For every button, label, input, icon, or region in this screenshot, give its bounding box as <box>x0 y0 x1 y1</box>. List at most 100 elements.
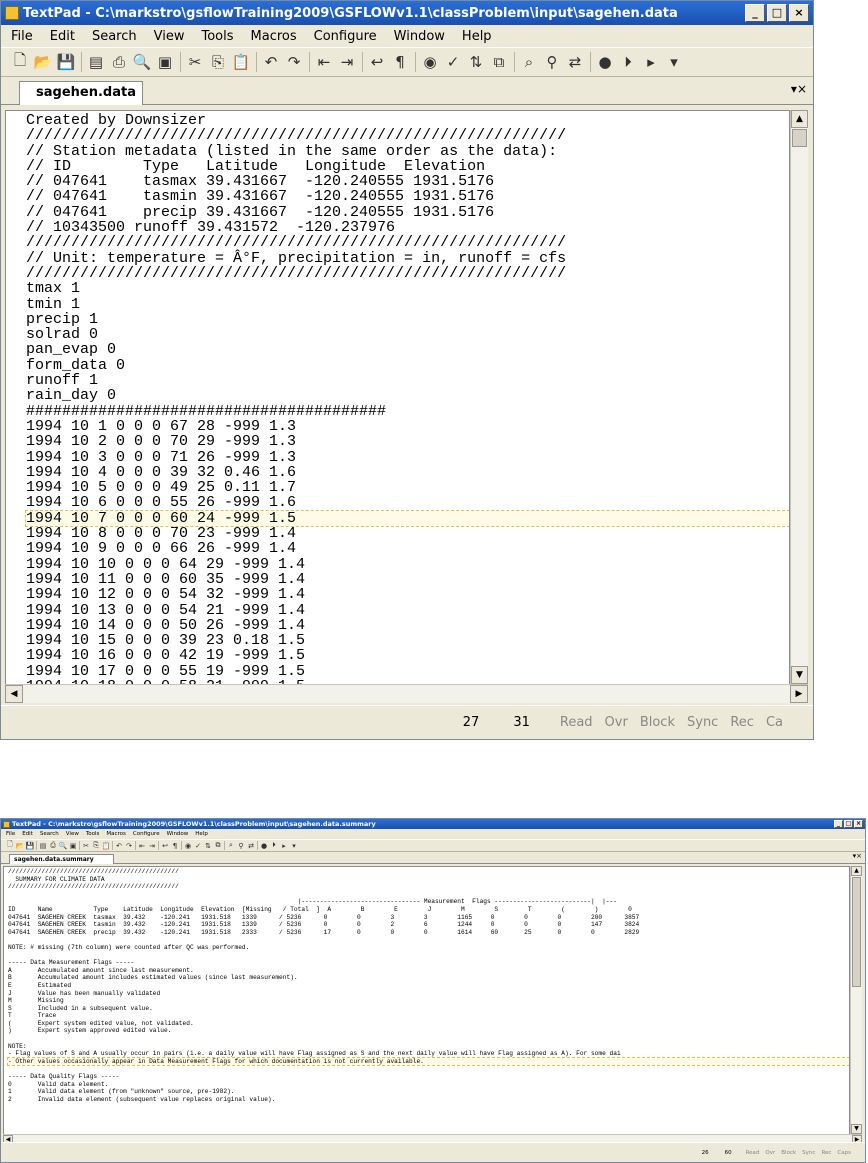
word-wrap-icon[interactable]: ↩ <box>160 842 170 850</box>
text-line[interactable]: A Accumulated amount since last measurem… <box>8 967 194 974</box>
menu-help[interactable]: Help <box>462 29 492 44</box>
text-line[interactable]: 047641 SAGEHEN CREEK precip 39.432 -120.… <box>8 929 639 936</box>
menu-window[interactable]: Window <box>167 831 189 837</box>
text-line[interactable]: - Flag values of S and A usually occur i… <box>8 1050 621 1057</box>
record-macro-icon[interactable]: ● <box>259 842 269 850</box>
cut-icon[interactable]: ✂ <box>184 53 206 71</box>
indent-icon[interactable]: ⇥ <box>336 53 358 71</box>
text-editor[interactable]: ////////////////////////////////////////… <box>3 866 850 1141</box>
toolbar-overflow-icon[interactable]: ▾ <box>289 842 299 850</box>
text-line[interactable]: 1994 10 6 0 0 0 55 26 -999 1.6 <box>26 494 296 511</box>
text-line[interactable]: 1 Valid data element (from "unknown" sou… <box>8 1088 235 1095</box>
close-button[interactable]: × <box>854 820 863 828</box>
text-line[interactable]: ////////////////////////////////////////… <box>8 883 179 890</box>
text-line[interactable]: ----- Data Measurement Flags ----- <box>8 959 134 966</box>
compare-icon[interactable]: ⧉ <box>488 53 510 71</box>
scroll-left-icon[interactable]: ◀ <box>5 685 23 703</box>
menu-edit[interactable]: Edit <box>22 831 33 837</box>
indent-icon[interactable]: ⇥ <box>147 842 157 850</box>
text-line[interactable]: S Included in a subsequent value. <box>8 1005 153 1012</box>
text-line[interactable]: ( Expert system edited value, not valida… <box>8 1020 194 1027</box>
copy-icon[interactable]: ⎘ <box>207 53 229 71</box>
save-all-icon[interactable]: ▤ <box>85 53 107 71</box>
text-line[interactable]: 047641 SAGEHEN CREEK tasmin 39.432 -120.… <box>8 921 639 928</box>
undo-icon[interactable]: ↶ <box>260 53 282 71</box>
redo-icon[interactable]: ↷ <box>124 842 134 850</box>
text-line[interactable]: E Estimated <box>8 982 71 989</box>
find-in-files-icon[interactable]: ⚲ <box>236 842 246 850</box>
title-bar[interactable]: TextPad - C:\markstro\gsflowTraining2009… <box>1 1 813 25</box>
print-preview-icon[interactable]: 🔍 <box>58 842 68 850</box>
title-bar[interactable]: TextPad - C:\markstro\gsflowTraining2009… <box>1 819 865 829</box>
print-icon[interactable]: ⎙ <box>48 841 58 850</box>
text-line[interactable]: ////////////////////////////////////////… <box>26 265 566 282</box>
text-line[interactable]: SUMMARY FOR CLIMATE DATA <box>8 876 104 883</box>
word-wrap-icon[interactable]: ↩ <box>366 53 388 71</box>
menu-view[interactable]: View <box>154 29 185 44</box>
menu-edit[interactable]: Edit <box>50 29 75 44</box>
replace-icon[interactable]: ⇄ <box>246 842 256 850</box>
editor-content[interactable]: Created by Downsizer ///////////////////… <box>6 111 789 702</box>
text-line[interactable]: 047641 SAGEHEN CREEK tasmax 39.432 -120.… <box>8 914 639 921</box>
menu-file[interactable]: File <box>11 29 33 44</box>
menu-window[interactable]: Window <box>394 29 445 44</box>
redo-icon[interactable]: ↷ <box>283 53 305 71</box>
document-tab[interactable]: sagehen.data.summary <box>9 854 114 864</box>
tab-close-icon[interactable]: ▾× <box>791 82 807 96</box>
save-icon[interactable]: 💾 <box>25 842 35 850</box>
scroll-thumb[interactable] <box>792 129 807 147</box>
sort-icon[interactable]: ⇅ <box>203 842 213 850</box>
view-icon[interactable]: ▣ <box>154 53 176 71</box>
menu-search[interactable]: Search <box>92 29 137 44</box>
text-line[interactable]: M Missing <box>8 997 64 1004</box>
text-line[interactable]: NOTE: # missing (7th column) were counte… <box>8 944 249 951</box>
cut-icon[interactable]: ✂ <box>81 842 91 850</box>
tab-close-icon[interactable]: ▾× <box>853 852 862 860</box>
menu-macros[interactable]: Macros <box>106 831 126 837</box>
print-preview-icon[interactable]: 🔍 <box>131 53 153 71</box>
record-macro-icon[interactable]: ● <box>594 53 616 71</box>
replace-icon[interactable]: ⇄ <box>564 53 586 71</box>
save-all-icon[interactable]: ▤ <box>38 842 48 850</box>
vertical-scrollbar[interactable]: ▲ ▼ <box>790 110 808 684</box>
view-icon[interactable]: ▣ <box>68 842 78 850</box>
scroll-down-icon[interactable]: ▼ <box>791 666 808 684</box>
scroll-down-icon[interactable]: ▼ <box>851 1124 862 1134</box>
text-line[interactable]: J Value has been manually validated <box>8 990 160 997</box>
new-file-icon[interactable]: 🗋 <box>9 50 31 75</box>
open-folder-icon[interactable]: 📂 <box>32 53 54 71</box>
outdent-icon[interactable]: ⇤ <box>137 842 147 850</box>
find-icon[interactable]: ⌕ <box>226 841 236 850</box>
editor-content[interactable]: ////////////////////////////////////////… <box>4 867 849 1103</box>
play-macro-icon[interactable]: ⏵ <box>269 841 279 850</box>
vertical-scrollbar[interactable]: ▲ ▼ <box>850 866 862 1134</box>
paste-icon[interactable]: 📋 <box>101 842 111 850</box>
horizontal-scrollbar[interactable]: ◀ ▶ <box>5 684 808 703</box>
find-in-files-icon[interactable]: ⚲ <box>541 53 563 71</box>
scroll-up-icon[interactable]: ▲ <box>851 866 862 876</box>
play-icon[interactable]: ▸ <box>640 53 662 71</box>
minimize-button[interactable]: _ <box>745 4 765 22</box>
text-editor[interactable]: Created by Downsizer ///////////////////… <box>5 110 790 703</box>
scroll-right-icon[interactable]: ▶ <box>790 685 808 703</box>
paste-icon[interactable]: 📋 <box>230 53 252 71</box>
text-line[interactable]: ----- Data Quality Flags ----- <box>8 1073 119 1080</box>
undo-icon[interactable]: ↶ <box>114 842 124 850</box>
print-icon[interactable]: ⎙ <box>108 53 130 71</box>
menu-configure[interactable]: Configure <box>314 29 377 44</box>
close-button[interactable]: × <box>789 4 809 22</box>
text-line[interactable]: T Trace <box>8 1012 56 1019</box>
show-paragraph-icon[interactable]: ¶ <box>170 842 180 850</box>
scroll-thumb[interactable] <box>852 877 861 987</box>
text-line[interactable]: 2 Invalid data element (subsequent value… <box>8 1096 275 1103</box>
spell-check-icon[interactable]: ✓ <box>442 53 464 71</box>
text-line[interactable]: NOTE: <box>8 1043 27 1050</box>
web-browser-icon[interactable]: ◉ <box>419 53 441 71</box>
new-file-icon[interactable]: 🗋 <box>5 840 15 851</box>
toolbar-overflow-icon[interactable]: ▾ <box>663 53 685 71</box>
open-folder-icon[interactable]: 📂 <box>15 842 25 850</box>
play-macro-icon[interactable]: ⏵ <box>617 53 639 71</box>
outdent-icon[interactable]: ⇤ <box>313 53 335 71</box>
menu-file[interactable]: File <box>6 831 15 837</box>
text-line[interactable]: ////////////////////////////////////////… <box>8 868 179 875</box>
